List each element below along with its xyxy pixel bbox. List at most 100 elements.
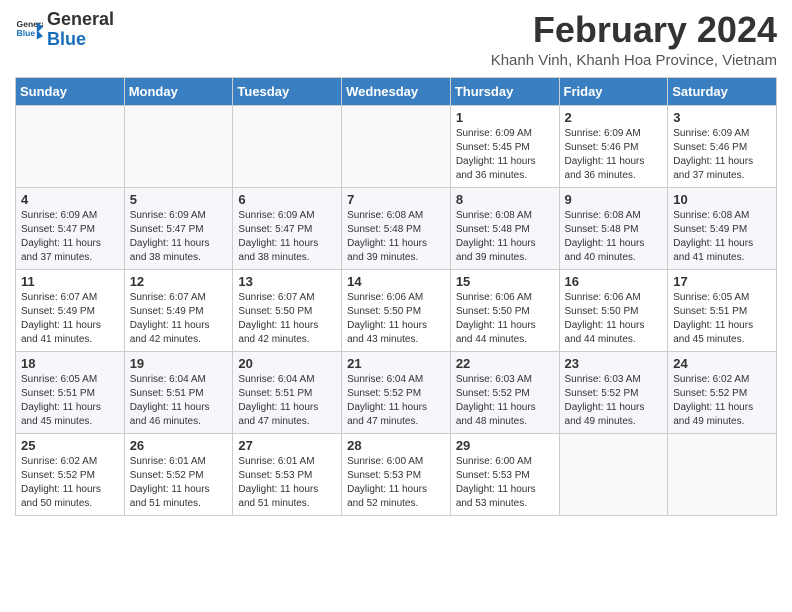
day-info: Sunrise: 6:03 AM Sunset: 5:52 PM Dayligh… xyxy=(456,373,554,429)
weekday-header-thursday: Thursday xyxy=(450,77,559,105)
calendar-cell: 27 Sunrise: 6:01 AM Sunset: 5:53 PM Dayli… xyxy=(233,433,342,515)
day-number: 1 xyxy=(456,110,554,125)
day-info: Sunrise: 6:09 AM Sunset: 5:47 PM Dayligh… xyxy=(130,209,228,265)
week-row-3: 18 Sunrise: 6:05 AM Sunset: 5:51 PM Dayli… xyxy=(16,351,777,433)
calendar-cell xyxy=(668,433,777,515)
day-info: Sunrise: 6:01 AM Sunset: 5:53 PM Dayligh… xyxy=(238,455,336,511)
calendar-cell: 25 Sunrise: 6:02 AM Sunset: 5:52 PM Dayli… xyxy=(16,433,125,515)
calendar-cell: 22 Sunrise: 6:03 AM Sunset: 5:52 PM Dayli… xyxy=(450,351,559,433)
week-row-1: 4 Sunrise: 6:09 AM Sunset: 5:47 PM Daylig… xyxy=(16,187,777,269)
page-header: General Blue General Blue February 2024 … xyxy=(15,10,777,69)
day-number: 22 xyxy=(456,356,554,371)
day-number: 14 xyxy=(347,274,445,289)
day-number: 11 xyxy=(21,274,119,289)
day-info: Sunrise: 6:06 AM Sunset: 5:50 PM Dayligh… xyxy=(347,291,445,347)
calendar-cell xyxy=(124,105,233,187)
day-number: 21 xyxy=(347,356,445,371)
day-info: Sunrise: 6:07 AM Sunset: 5:49 PM Dayligh… xyxy=(21,291,119,347)
day-info: Sunrise: 6:02 AM Sunset: 5:52 PM Dayligh… xyxy=(21,455,119,511)
day-info: Sunrise: 6:07 AM Sunset: 5:49 PM Dayligh… xyxy=(130,291,228,347)
calendar-cell: 7Sunrise: 6:08 AM Sunset: 5:48 PM Daylig… xyxy=(342,187,451,269)
month-year: February 2024 xyxy=(491,10,777,50)
day-info: Sunrise: 6:07 AM Sunset: 5:50 PM Dayligh… xyxy=(238,291,336,347)
calendar-cell: 12 Sunrise: 6:07 AM Sunset: 5:49 PM Dayli… xyxy=(124,269,233,351)
day-number: 12 xyxy=(130,274,228,289)
day-info: Sunrise: 6:00 AM Sunset: 5:53 PM Dayligh… xyxy=(347,455,445,511)
weekday-header-saturday: Saturday xyxy=(668,77,777,105)
calendar-cell: 19Sunrise: 6:04 AM Sunset: 5:51 PM Dayli… xyxy=(124,351,233,433)
week-row-4: 25 Sunrise: 6:02 AM Sunset: 5:52 PM Dayli… xyxy=(16,433,777,515)
weekday-header-tuesday: Tuesday xyxy=(233,77,342,105)
calendar-cell: 16 Sunrise: 6:06 AM Sunset: 5:50 PM Dayli… xyxy=(559,269,668,351)
title-block: February 2024 Khanh Vinh, Khanh Hoa Prov… xyxy=(491,10,777,69)
day-info: Sunrise: 6:08 AM Sunset: 5:48 PM Dayligh… xyxy=(347,209,445,265)
day-number: 19 xyxy=(130,356,228,371)
logo-icon: General Blue xyxy=(15,16,43,44)
day-info: Sunrise: 6:00 AM Sunset: 5:53 PM Dayligh… xyxy=(456,455,554,511)
calendar-cell: 11 Sunrise: 6:07 AM Sunset: 5:49 PM Dayli… xyxy=(16,269,125,351)
calendar-cell: 26Sunrise: 6:01 AM Sunset: 5:52 PM Dayli… xyxy=(124,433,233,515)
day-number: 16 xyxy=(565,274,663,289)
calendar-cell: 9 Sunrise: 6:08 AM Sunset: 5:48 PM Daylig… xyxy=(559,187,668,269)
day-number: 9 xyxy=(565,192,663,207)
day-info: Sunrise: 6:05 AM Sunset: 5:51 PM Dayligh… xyxy=(21,373,119,429)
week-row-2: 11 Sunrise: 6:07 AM Sunset: 5:49 PM Dayli… xyxy=(16,269,777,351)
day-info: Sunrise: 6:08 AM Sunset: 5:49 PM Dayligh… xyxy=(673,209,771,265)
calendar-cell: 28 Sunrise: 6:00 AM Sunset: 5:53 PM Dayli… xyxy=(342,433,451,515)
calendar-cell: 29 Sunrise: 6:00 AM Sunset: 5:53 PM Dayli… xyxy=(450,433,559,515)
calendar-cell: 10 Sunrise: 6:08 AM Sunset: 5:49 PM Dayli… xyxy=(668,187,777,269)
day-number: 24 xyxy=(673,356,771,371)
calendar-cell xyxy=(342,105,451,187)
day-number: 20 xyxy=(238,356,336,371)
day-info: Sunrise: 6:04 AM Sunset: 5:51 PM Dayligh… xyxy=(238,373,336,429)
day-info: Sunrise: 6:06 AM Sunset: 5:50 PM Dayligh… xyxy=(565,291,663,347)
logo-general: General xyxy=(47,9,114,29)
weekday-header-friday: Friday xyxy=(559,77,668,105)
calendar-cell: 18 Sunrise: 6:05 AM Sunset: 5:51 PM Dayli… xyxy=(16,351,125,433)
weekday-header-sunday: Sunday xyxy=(16,77,125,105)
day-number: 25 xyxy=(21,438,119,453)
day-number: 10 xyxy=(673,192,771,207)
day-number: 6 xyxy=(238,192,336,207)
day-number: 18 xyxy=(21,356,119,371)
calendar-cell: 1 Sunrise: 6:09 AM Sunset: 5:45 PM Daylig… xyxy=(450,105,559,187)
day-info: Sunrise: 6:06 AM Sunset: 5:50 PM Dayligh… xyxy=(456,291,554,347)
calendar-cell: 4 Sunrise: 6:09 AM Sunset: 5:47 PM Daylig… xyxy=(16,187,125,269)
day-info: Sunrise: 6:03 AM Sunset: 5:52 PM Dayligh… xyxy=(565,373,663,429)
day-number: 13 xyxy=(238,274,336,289)
calendar-cell: 5Sunrise: 6:09 AM Sunset: 5:47 PM Daylig… xyxy=(124,187,233,269)
day-number: 29 xyxy=(456,438,554,453)
day-info: Sunrise: 6:09 AM Sunset: 5:47 PM Dayligh… xyxy=(21,209,119,265)
calendar-cell: 8 Sunrise: 6:08 AM Sunset: 5:48 PM Daylig… xyxy=(450,187,559,269)
logo-text: General Blue xyxy=(47,10,114,50)
calendar-cell: 21Sunrise: 6:04 AM Sunset: 5:52 PM Dayli… xyxy=(342,351,451,433)
day-info: Sunrise: 6:05 AM Sunset: 5:51 PM Dayligh… xyxy=(673,291,771,347)
day-number: 27 xyxy=(238,438,336,453)
logo: General Blue General Blue xyxy=(15,10,114,50)
day-number: 4 xyxy=(21,192,119,207)
calendar-cell: 2Sunrise: 6:09 AM Sunset: 5:46 PM Daylig… xyxy=(559,105,668,187)
day-info: Sunrise: 6:09 AM Sunset: 5:46 PM Dayligh… xyxy=(565,127,663,183)
calendar-cell xyxy=(233,105,342,187)
weekday-header-wednesday: Wednesday xyxy=(342,77,451,105)
day-info: Sunrise: 6:01 AM Sunset: 5:52 PM Dayligh… xyxy=(130,455,228,511)
calendar-table: SundayMondayTuesdayWednesdayThursdayFrid… xyxy=(15,77,777,516)
day-number: 28 xyxy=(347,438,445,453)
calendar-cell xyxy=(16,105,125,187)
calendar-cell: 23 Sunrise: 6:03 AM Sunset: 5:52 PM Dayli… xyxy=(559,351,668,433)
calendar-cell: 17Sunrise: 6:05 AM Sunset: 5:51 PM Dayli… xyxy=(668,269,777,351)
day-info: Sunrise: 6:09 AM Sunset: 5:45 PM Dayligh… xyxy=(456,127,554,183)
calendar-cell: 13 Sunrise: 6:07 AM Sunset: 5:50 PM Dayli… xyxy=(233,269,342,351)
day-info: Sunrise: 6:02 AM Sunset: 5:52 PM Dayligh… xyxy=(673,373,771,429)
day-number: 8 xyxy=(456,192,554,207)
day-info: Sunrise: 6:08 AM Sunset: 5:48 PM Dayligh… xyxy=(565,209,663,265)
logo-blue: Blue xyxy=(47,29,86,49)
day-info: Sunrise: 6:08 AM Sunset: 5:48 PM Dayligh… xyxy=(456,209,554,265)
weekday-header-monday: Monday xyxy=(124,77,233,105)
calendar-cell: 14 Sunrise: 6:06 AM Sunset: 5:50 PM Dayli… xyxy=(342,269,451,351)
calendar-cell xyxy=(559,433,668,515)
day-info: Sunrise: 6:09 AM Sunset: 5:47 PM Dayligh… xyxy=(238,209,336,265)
calendar-cell: 20 Sunrise: 6:04 AM Sunset: 5:51 PM Dayli… xyxy=(233,351,342,433)
weekday-header-row: SundayMondayTuesdayWednesdayThursdayFrid… xyxy=(16,77,777,105)
day-number: 23 xyxy=(565,356,663,371)
